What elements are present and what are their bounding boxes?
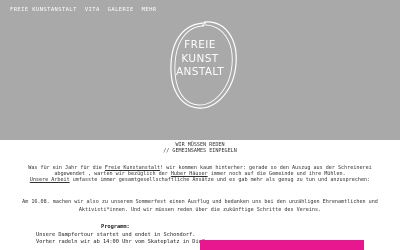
- site-logo[interactable]: FREIE KUNST ANSTALT: [168, 18, 240, 116]
- link-unsere-arbeit[interactable]: Unsere Arbeit: [30, 177, 70, 183]
- intro-subheading: // GEMEINSAMES EINPEGELN: [163, 148, 237, 155]
- paragraph-line: Unsere Arbeit umfasste immer gesamtgesel…: [0, 177, 400, 183]
- logo-line: ANSTALT: [175, 66, 225, 78]
- text: immer noch auf die Gemeinde und ihre Müh…: [207, 171, 346, 178]
- paragraph-1: Was für ein Jahr für die Freie Kunstanst…: [0, 165, 400, 184]
- paragraph-line: Aktivisti*innen. Und wir müssen reden üb…: [78, 206, 322, 213]
- link-huber-haeuser[interactable]: Huber Häuser: [171, 171, 208, 177]
- article-body: WIR MÜSSEN REDEN // GEMEINSAMES EINPEGEL…: [0, 142, 400, 154]
- text: abgewendet , warten wir bezüglich der: [54, 171, 171, 178]
- paragraph-line: Am 16.08. machen wir also zu unserem Som…: [22, 199, 378, 205]
- accent-banner: [200, 240, 364, 250]
- text: ! wir kommen kaum hinterher: gerade so d…: [160, 165, 372, 171]
- logo-line: FREIE: [184, 39, 216, 51]
- text: Was für ein Jahr für die: [28, 165, 105, 171]
- nav-item-freie-kunstanstalt[interactable]: FREIE KUNSTANSTALT: [10, 7, 77, 13]
- logo-line: KUNST: [181, 52, 219, 65]
- paragraph-2: Am 16.08. machen wir also zu unserem Som…: [0, 199, 400, 214]
- top-nav: FREIE KUNSTANSTALT VITA GALERIE MEHR: [10, 7, 157, 13]
- logo-wordmark: FREIE KUNST ANSTALT: [168, 39, 232, 80]
- program-title: Programm:: [101, 224, 130, 230]
- program-line: Unsere Dampfertour startet und endet in …: [36, 232, 196, 238]
- nav-item-mehr[interactable]: MEHR: [142, 7, 157, 13]
- program-line: Vorher radeln wir ab 14:00 Uhr vom Skate…: [36, 239, 212, 245]
- link-freie-kunstanstalt[interactable]: Freie Kunstanstalt: [105, 165, 160, 171]
- text: umfasste immer gesamtgesellschaftliche A…: [69, 177, 371, 184]
- header-hero: FREIE KUNSTANSTALT VITA GALERIE MEHR FRE…: [0, 0, 400, 140]
- nav-item-vita[interactable]: VITA: [85, 7, 100, 13]
- nav-item-galerie[interactable]: GALERIE: [108, 7, 134, 13]
